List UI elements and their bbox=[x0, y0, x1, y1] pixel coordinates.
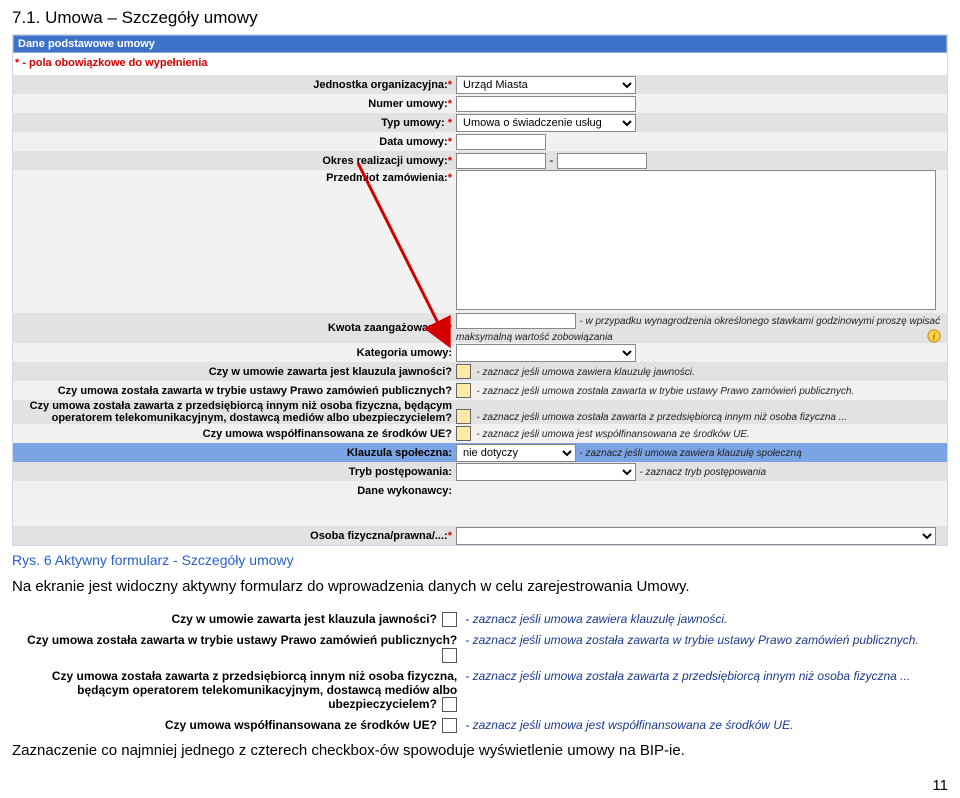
ex-checkbox-3 bbox=[442, 718, 457, 733]
tryb-post-hint: - zaznacz tryb postępowania bbox=[639, 467, 766, 478]
okres-do-input[interactable] bbox=[557, 153, 647, 169]
klauzula-spoleczna-hint: - zaznacz jeśli umowa zawiera klauzulę s… bbox=[579, 448, 801, 459]
label-okres: Okres realizacji umowy: bbox=[322, 155, 447, 167]
klauzula-jawnosci-hint: - zaznacz jeśli umowa zawiera klauzulę j… bbox=[476, 367, 694, 378]
klauzula-spoleczna-select[interactable]: nie dotyczy bbox=[456, 444, 576, 462]
ex-label-3: Czy umowa współfinansowana ze środków UE… bbox=[165, 718, 437, 732]
label-numer: Numer umowy: bbox=[368, 98, 447, 110]
label-tryb-post: Tryb postępowania: bbox=[349, 466, 452, 478]
svg-text:i: i bbox=[933, 332, 936, 343]
required-note: * - pola obowiązkowe do wypełnienia bbox=[15, 57, 947, 69]
label-klauzula-spoleczna: Klauzula społeczna: bbox=[347, 447, 452, 459]
label-osoba: Osoba fizyczna/prawna/...: bbox=[310, 530, 448, 542]
ex-hint-2: - zaznacz jeśli umowa została zawarta z … bbox=[461, 666, 948, 715]
tryb-post-select[interactable] bbox=[456, 463, 636, 481]
wspolfinansowana-hint: - zaznacz jeśli umowa jest współfinansow… bbox=[476, 429, 749, 440]
label-dane-wykonawcy: Dane wykonawcy: bbox=[357, 485, 452, 497]
jednostka-select[interactable]: Urząd Miasta bbox=[456, 76, 636, 94]
label-data: Data umowy: bbox=[379, 136, 447, 148]
typ-select[interactable]: Umowa o świadczenie usług bbox=[456, 114, 636, 132]
label-tryb-ustawy: Czy umowa została zawarta w trybie ustaw… bbox=[58, 385, 452, 397]
ex-checkbox-2 bbox=[442, 697, 457, 712]
body-text-1: Na ekranie jest widoczny aktywny formula… bbox=[12, 578, 948, 595]
okres-od-input[interactable] bbox=[456, 153, 546, 169]
page-number: 11 bbox=[12, 777, 948, 794]
ex-label-0: Czy w umowie zawarta jest klauzula jawno… bbox=[172, 612, 437, 626]
section-header: Dane podstawowe umowy bbox=[13, 35, 947, 53]
ex-label-1: Czy umowa została zawarta w trybie ustaw… bbox=[27, 633, 457, 647]
kategoria-select[interactable] bbox=[456, 344, 636, 362]
label-jednostka: Jednostka organizacyjna: bbox=[313, 79, 448, 91]
przedsiebiorca-checkbox[interactable] bbox=[456, 409, 471, 424]
wspolfinansowana-checkbox[interactable] bbox=[456, 426, 471, 441]
page-heading: 7.1. Umowa – Szczegóły umowy bbox=[12, 8, 948, 28]
label-klauzula-jawnosci: Czy w umowie zawarta jest klauzula jawno… bbox=[209, 366, 452, 378]
klauzula-jawnosci-checkbox[interactable] bbox=[456, 364, 471, 379]
label-wspolfinansowana: Czy umowa współfinansowana ze środków UE… bbox=[203, 428, 452, 440]
tryb-ustawy-checkbox[interactable] bbox=[456, 383, 471, 398]
ex-checkbox-0 bbox=[442, 612, 457, 627]
ex-hint-3: - zaznacz jeśli umowa jest współfinansow… bbox=[461, 715, 948, 736]
data-input[interactable] bbox=[456, 134, 546, 150]
przedmiot-textarea[interactable] bbox=[456, 170, 936, 310]
explain-table: Czy w umowie zawarta jest klauzula jawno… bbox=[12, 609, 948, 736]
label-kwota: Kwota zaangażowania: bbox=[328, 322, 448, 334]
label-przedmiot: Przedmiot zamówienia: bbox=[326, 172, 448, 184]
form-table: Jednostka organizacyjna:* Urząd Miasta N… bbox=[13, 75, 947, 545]
tryb-ustawy-hint: - zaznacz jeśli umowa została zawarta w … bbox=[476, 386, 854, 397]
label-kategoria: Kategoria umowy: bbox=[357, 347, 452, 359]
label-typ: Typ umowy: bbox=[381, 117, 444, 129]
osoba-select[interactable] bbox=[456, 527, 936, 545]
ex-hint-1: - zaznacz jeśli umowa została zawarta w … bbox=[461, 630, 948, 665]
label-przedsiebiorca: Czy umowa została zawarta z przedsiębior… bbox=[30, 400, 452, 424]
przedsiebiorca-hint: - zaznacz jeśli umowa została zawarta z … bbox=[476, 412, 847, 423]
kwota-input[interactable] bbox=[456, 313, 576, 329]
form-screenshot: Dane podstawowe umowy * - pola obowiązko… bbox=[12, 34, 948, 546]
ex-label-2: Czy umowa została zawarta z przedsiębior… bbox=[52, 669, 457, 711]
closing-text: Zaznaczenie co najmniej jednego z cztere… bbox=[12, 742, 948, 759]
numer-input[interactable] bbox=[456, 96, 636, 112]
ex-checkbox-1 bbox=[442, 648, 457, 663]
info-icon: i bbox=[927, 329, 941, 343]
figure-caption: Rys. 6 Aktywny formularz - Szczegóły umo… bbox=[12, 552, 948, 568]
okres-sep: - bbox=[549, 153, 553, 167]
ex-hint-0: - zaznacz jeśli umowa zawiera klauzulę j… bbox=[461, 609, 948, 630]
